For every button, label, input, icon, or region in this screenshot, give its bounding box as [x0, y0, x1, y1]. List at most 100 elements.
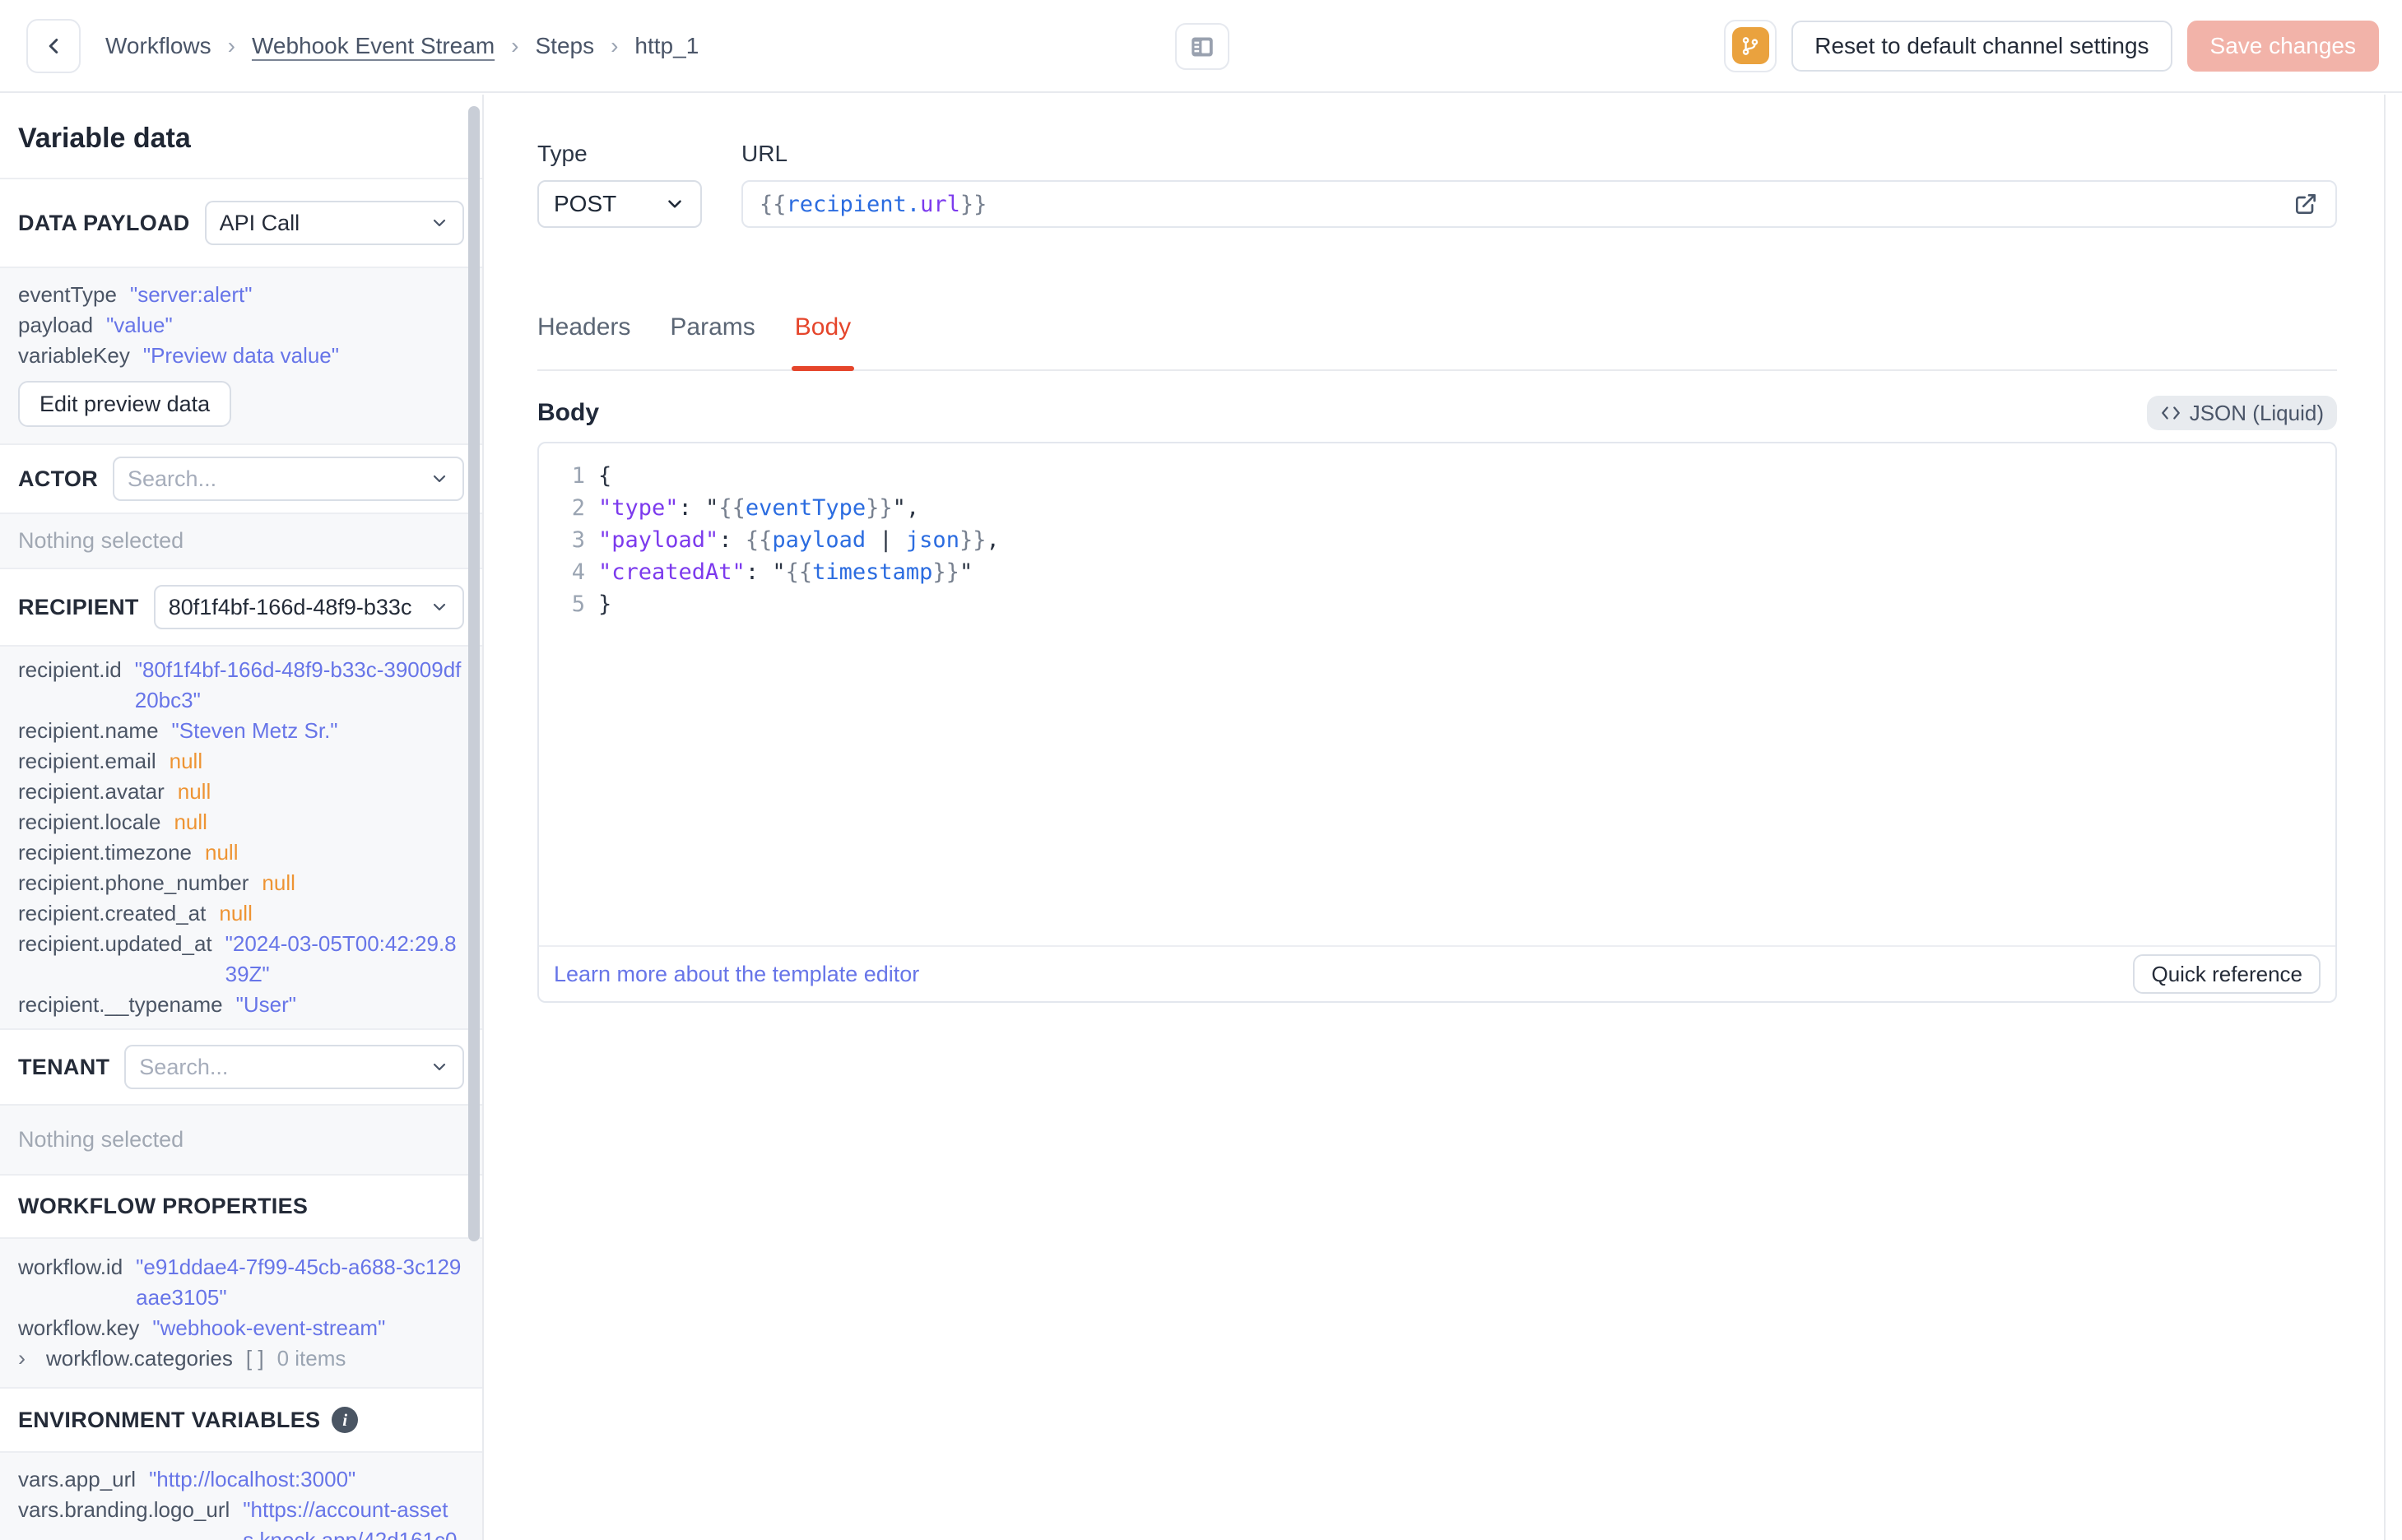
kv-row: vars.branding.logo_url "https://account-a… [18, 1495, 464, 1540]
code-token: {{ [760, 191, 787, 217]
env-rows: vars.app_url "http://localhost:3000" vars.… [18, 1464, 464, 1540]
line-number: 5 [571, 591, 585, 617]
chevron-down-icon [430, 469, 449, 489]
url-input[interactable]: {{recipient.url}} [741, 180, 2337, 228]
breadcrumb-separator: › [511, 32, 519, 58]
body-code-editor: 1{2 "type": "{{eventType}}", 3 "payload": {… [537, 442, 2337, 1003]
breadcrumb-item[interactable]: Workflows [105, 33, 211, 59]
edit-preview-data-button[interactable]: Edit preview data [18, 381, 232, 427]
workflow-properties-title: WORKFLOW PROPERTIES [18, 1194, 309, 1218]
back-button[interactable] [26, 18, 81, 73]
code-token: , [986, 527, 1000, 553]
kv-value: null [205, 840, 239, 865]
info-icon[interactable]: i [332, 1407, 359, 1433]
chevron-left-icon [49, 38, 58, 53]
tab-body[interactable]: Body [791, 313, 855, 371]
recipient-selected: 80f1f4bf-166d-48f9-b33c [168, 594, 412, 619]
code-line: 5} [539, 588, 2335, 620]
kv-row: recipient.__typename "User" [18, 990, 464, 1020]
tenant-label: TENANT [18, 1054, 110, 1079]
kv-row: workflow.key "webhook-event-stream" [18, 1313, 464, 1343]
kv-key: vars.branding.logo_url [18, 1497, 230, 1522]
kv-row: › workflow.categories [ ] 0 items [18, 1343, 464, 1374]
code-token: }} [866, 495, 893, 521]
actor-label: ACTOR [18, 466, 99, 491]
reset-channel-settings-button[interactable]: Reset to default channel settings [1791, 20, 2172, 72]
editor-footer: Learn more about the template editor Qui… [539, 945, 2335, 1001]
data-payload-selected: API Call [219, 210, 300, 235]
code-line: 2 "type": "{{eventType}}", [539, 492, 2335, 524]
recipient-label: RECIPIENT [18, 594, 139, 619]
request-config-row: Type POST URL {{recipient.url}} [537, 141, 2337, 228]
kv-row: recipient.created_at null [18, 898, 464, 929]
code-token: eventType [745, 495, 866, 521]
code-text: "payload": {{payload | json}}, [598, 524, 1000, 556]
kv-value: "server:alert" [129, 282, 253, 307]
code-token: }} [959, 527, 987, 553]
kv-key: recipient.avatar [18, 779, 165, 804]
environment-variables-header: ENVIRONMENT VARIABLES i [0, 1389, 482, 1453]
template-editor-docs-link[interactable]: Learn more about the template editor [554, 962, 919, 987]
workflow-rows: workflow.id "e91ddae4-7f99-45cb-a688-3c12… [18, 1252, 464, 1374]
breadcrumb-separator: › [611, 32, 619, 58]
chevron-down-icon [430, 1057, 449, 1077]
code-area[interactable]: 1{2 "type": "{{eventType}}", 3 "payload": {… [539, 443, 2335, 945]
quick-reference-button[interactable]: Quick reference [2133, 954, 2321, 994]
code-token: }} [959, 191, 987, 217]
body-section-header: Body JSON (Liquid) [537, 396, 2337, 430]
recipient-rows: recipient.id "80f1f4bf-166d-48f9-b33c-390… [18, 655, 464, 1020]
panel-left-icon [1192, 37, 1213, 56]
kv-row: recipient.id "80f1f4bf-166d-48f9-b33c-390… [18, 655, 464, 716]
kv-value: "http://localhost:3000" [149, 1467, 356, 1491]
workflow-properties-header: WORKFLOW PROPERTIES [0, 1176, 482, 1239]
code-token: : [745, 559, 773, 585]
workflow-values: workflow.id "e91ddae4-7f99-45cb-a688-3c12… [0, 1239, 482, 1389]
code-token: " [772, 559, 786, 585]
kv-row: recipient.phone_number null [18, 868, 464, 898]
code-token: }} [932, 559, 959, 585]
kv-row: workflow.id "e91ddae4-7f99-45cb-a688-3c12… [18, 1252, 464, 1313]
code-token: " [959, 559, 973, 585]
code-token: timestamp [812, 559, 933, 585]
data-payload-select[interactable]: API Call [204, 201, 464, 245]
breadcrumb-item[interactable]: Steps [535, 33, 594, 59]
code-token: : [678, 495, 706, 521]
kv-suffix: 0 items [276, 1346, 346, 1371]
http-method-select[interactable]: POST [537, 180, 702, 228]
actor-search-select[interactable]: Search... [113, 457, 464, 501]
kv-row: vars.app_url "http://localhost:3000" [18, 1464, 464, 1495]
tab-headers[interactable]: Headers [537, 313, 630, 369]
breadcrumb-item[interactable]: Webhook Event Stream [252, 33, 495, 59]
sidebar-scrollbar[interactable] [468, 106, 480, 1241]
kv-key: recipient.__typename [18, 992, 223, 1017]
type-label: Type [537, 141, 588, 166]
kv-value: "Preview data value" [142, 343, 339, 368]
chevron-right-icon[interactable]: › [18, 1343, 33, 1374]
tab-params[interactable]: Params [670, 313, 755, 369]
code-line: 4 "createdAt": "{{timestamp}}" [539, 556, 2335, 588]
chevron-down-icon [430, 213, 449, 233]
save-changes-button[interactable]: Save changes [2186, 20, 2379, 72]
recipient-values: recipient.id "80f1f4bf-166d-48f9-b33c-390… [0, 647, 482, 1030]
external-link-icon[interactable] [2293, 191, 2319, 217]
code-text: } [598, 588, 611, 620]
commit-status-button[interactable] [1724, 19, 1777, 72]
kv-value: "Steven Metz Sr." [171, 718, 338, 743]
breadcrumb-item[interactable]: http_1 [634, 33, 699, 59]
kv-key: workflow.categories [46, 1346, 233, 1371]
kv-value: "2024-03-05T00:42:29.839Z" [225, 931, 457, 986]
kv-key: recipient.updated_at [18, 931, 212, 956]
recipient-select[interactable]: 80f1f4bf-166d-48f9-b33c [153, 585, 464, 629]
code-token: {{ [745, 527, 773, 553]
topbar-actions: Reset to default channel settings Save c… [1724, 19, 2379, 72]
kv-key: vars.app_url [18, 1467, 137, 1491]
code-token: "createdAt" [598, 559, 746, 585]
kv-value: "80f1f4bf-166d-48f9-b33c-39009df20bc3" [134, 657, 462, 712]
code-text: "type": "{{eventType}}", [598, 492, 919, 524]
toggle-sidebar-button[interactable] [1175, 23, 1229, 70]
kv-key: recipient.name [18, 718, 159, 743]
kv-key: eventType [18, 282, 117, 307]
line-number: 3 [571, 527, 585, 553]
tenant-search-select[interactable]: Search... [124, 1045, 464, 1089]
language-badge: JSON (Liquid) [2146, 396, 2337, 430]
